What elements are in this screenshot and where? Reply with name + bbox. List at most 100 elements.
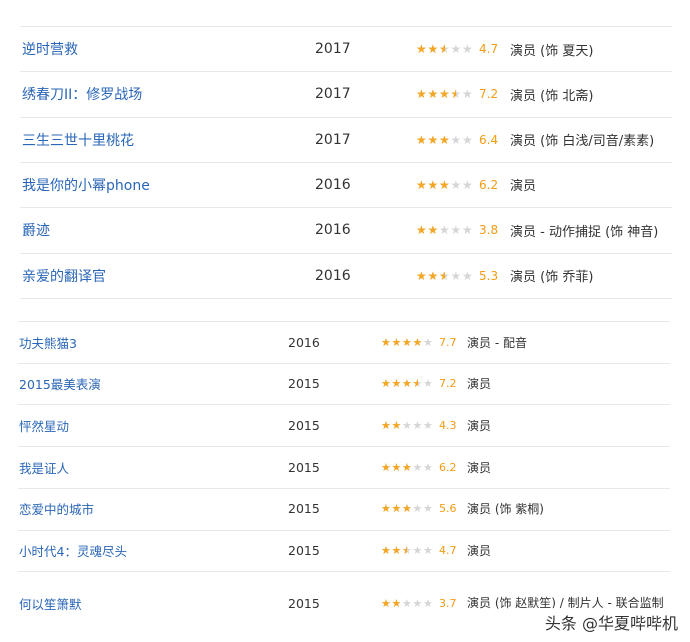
film-row: 小时代4：灵魂尽头2015★★★★★★★★★★4.7演员 <box>0 531 690 571</box>
film-role: 演员 <box>467 418 492 433</box>
star-icon: ★★ <box>450 42 462 56</box>
watermark: 头条 @华夏哔哔机 <box>538 608 684 636</box>
film-title-link[interactable]: 怦然星动 <box>19 416 69 435</box>
film-role: 演员 <box>467 460 492 475</box>
star-icon: ★★ <box>462 132 473 147</box>
film-row: 功夫熊猫32016★★★★★★★★★★7.7演员 - 配音 <box>0 322 690 362</box>
film-title-link[interactable]: 我是你的小幂phone <box>22 175 150 195</box>
star-icon: ★★ <box>427 223 439 238</box>
star-icon: ★★ <box>439 132 450 147</box>
star-icon: ★★ <box>416 132 427 147</box>
film-title-link[interactable]: 亲爱的翻译官 <box>22 266 106 286</box>
star-icon: ★★ <box>427 132 439 147</box>
star-icon: ★★ <box>412 335 423 349</box>
star-icon: ★★ <box>427 268 439 283</box>
film-title-link[interactable]: 我是证人 <box>19 458 69 477</box>
rating-stars: ★★★★★★★★★★ <box>416 133 474 147</box>
rating-stars: ★★★★★★★★★★ <box>381 419 434 432</box>
star-icon: ★★ <box>427 177 439 192</box>
film-year: 2015 <box>288 501 320 517</box>
star-icon: ★★ <box>402 596 412 610</box>
star-icon: ★★ <box>462 42 473 56</box>
film-row: 绣春刀II：修罗战场 2017 ★★★★★★★★★★ 7.2 演员 (饰 北斋) <box>0 72 690 116</box>
star-icon: ★★ <box>439 223 450 238</box>
rating-stars: ★★★★★★★★★★ <box>416 178 474 192</box>
film-role: 演员 (饰 白浅/司音/素素) <box>510 134 655 150</box>
film-title-link[interactable]: 绣春刀II：修罗战场 <box>22 84 142 104</box>
star-icon: ★★ <box>416 177 427 192</box>
star-icon: ★★ <box>412 596 423 610</box>
film-title-link[interactable]: 功夫熊猫3 <box>19 333 77 352</box>
star-icon: ★★ <box>416 223 427 238</box>
star-icon: ★★ <box>391 596 402 610</box>
film-score: 6.2 <box>439 460 457 474</box>
film-title-link[interactable]: 2015最美表演 <box>19 374 101 393</box>
star-icon: ★★ <box>391 460 402 474</box>
film-role: 演员 <box>467 377 492 392</box>
film-score: 7.2 <box>439 377 457 391</box>
film-role: 演员 <box>510 179 537 195</box>
rating-stars: ★★★★★★★★★★ <box>381 502 434 515</box>
film-year: 2015 <box>288 417 320 433</box>
film-score: 5.6 <box>439 502 457 516</box>
film-score: 7.2 <box>479 87 499 102</box>
star-icon: ★★ <box>416 42 427 56</box>
film-role: 演员 (饰 紫桐) <box>467 502 544 517</box>
rating-stars: ★★★★★★★★★★ <box>381 336 434 349</box>
film-title-link[interactable]: 逆时营救 <box>22 39 78 59</box>
film-role: 演员 (饰 北斋) <box>510 88 594 104</box>
film-title-link[interactable]: 小时代4：灵魂尽头 <box>19 541 127 560</box>
star-icon: ★★ <box>416 268 427 283</box>
star-icon: ★★ <box>391 377 402 391</box>
film-row: 爵迹 2016 ★★★★★★★★★★ 3.8 演员 - 动作捕捉 (饰 神音) <box>0 208 690 252</box>
star-icon: ★★ <box>423 377 433 391</box>
rating-stars: ★★★★★★★★★★ <box>381 461 434 474</box>
film-year: 2017 <box>315 86 351 103</box>
film-score: 6.4 <box>479 132 499 147</box>
film-score: 6.2 <box>479 177 499 192</box>
film-year: 2017 <box>315 41 351 57</box>
star-icon: ★★ <box>423 502 433 516</box>
film-score: 4.3 <box>439 418 457 432</box>
star-icon: ★★ <box>412 418 423 432</box>
film-row: 怦然星动2015★★★★★★★★★★4.3演员 <box>0 405 690 445</box>
star-icon: ★★ <box>391 418 402 432</box>
film-title-link[interactable]: 爵迹 <box>22 220 50 240</box>
rating-stars: ★★★★★★★★★★ <box>416 223 474 237</box>
star-icon: ★★ <box>381 460 391 474</box>
star-icon: ★★ <box>450 132 462 147</box>
star-icon: ★★ <box>423 596 433 610</box>
film-year: 2016 <box>315 267 351 284</box>
star-icon: ★★ <box>391 544 402 557</box>
film-row: 我是证人2015★★★★★★★★★★6.2演员 <box>0 447 690 487</box>
star-icon: ★★ <box>450 223 462 238</box>
film-score: 5.3 <box>479 268 499 283</box>
film-role: 演员 (饰 夏天) <box>510 43 594 59</box>
film-score: 3.8 <box>479 223 499 238</box>
star-icon: ★★ <box>381 596 391 610</box>
star-icon: ★★ <box>439 42 450 56</box>
star-icon: ★★ <box>391 502 402 516</box>
film-row: 我是你的小幂phone2016★★★★★★★★★★6.2演员 <box>0 163 690 207</box>
film-year: 2016 <box>315 222 351 239</box>
rating-stars: ★★★★★★★★★★ <box>381 544 434 557</box>
star-icon: ★★ <box>381 377 391 391</box>
star-icon: ★★ <box>416 87 427 102</box>
film-title-link[interactable]: 何以笙箫默 <box>19 594 82 613</box>
star-icon: ★★ <box>462 177 473 192</box>
film-role: 演员 - 动作捕捉 (饰 神音) <box>510 224 659 240</box>
film-role: 演员 - 配音 <box>467 335 527 350</box>
film-title-link[interactable]: 三生三世十里桃花 <box>22 130 134 150</box>
rating-stars: ★★★★★★★★★★ <box>416 87 474 101</box>
star-icon: ★★ <box>450 87 462 102</box>
star-icon: ★★ <box>427 87 439 102</box>
star-icon: ★★ <box>439 87 450 102</box>
film-title-link[interactable]: 恋爱中的城市 <box>19 499 94 518</box>
star-icon: ★★ <box>423 460 433 474</box>
film-row: 亲爱的翻译官2016★★★★★★★★★★5.3演员 (饰 乔菲) <box>0 254 690 298</box>
star-icon: ★★ <box>412 377 423 391</box>
film-role: 演员 <box>467 544 492 558</box>
film-year: 2016 <box>288 334 320 350</box>
star-icon: ★★ <box>412 460 423 474</box>
film-year: 2017 <box>315 131 351 148</box>
